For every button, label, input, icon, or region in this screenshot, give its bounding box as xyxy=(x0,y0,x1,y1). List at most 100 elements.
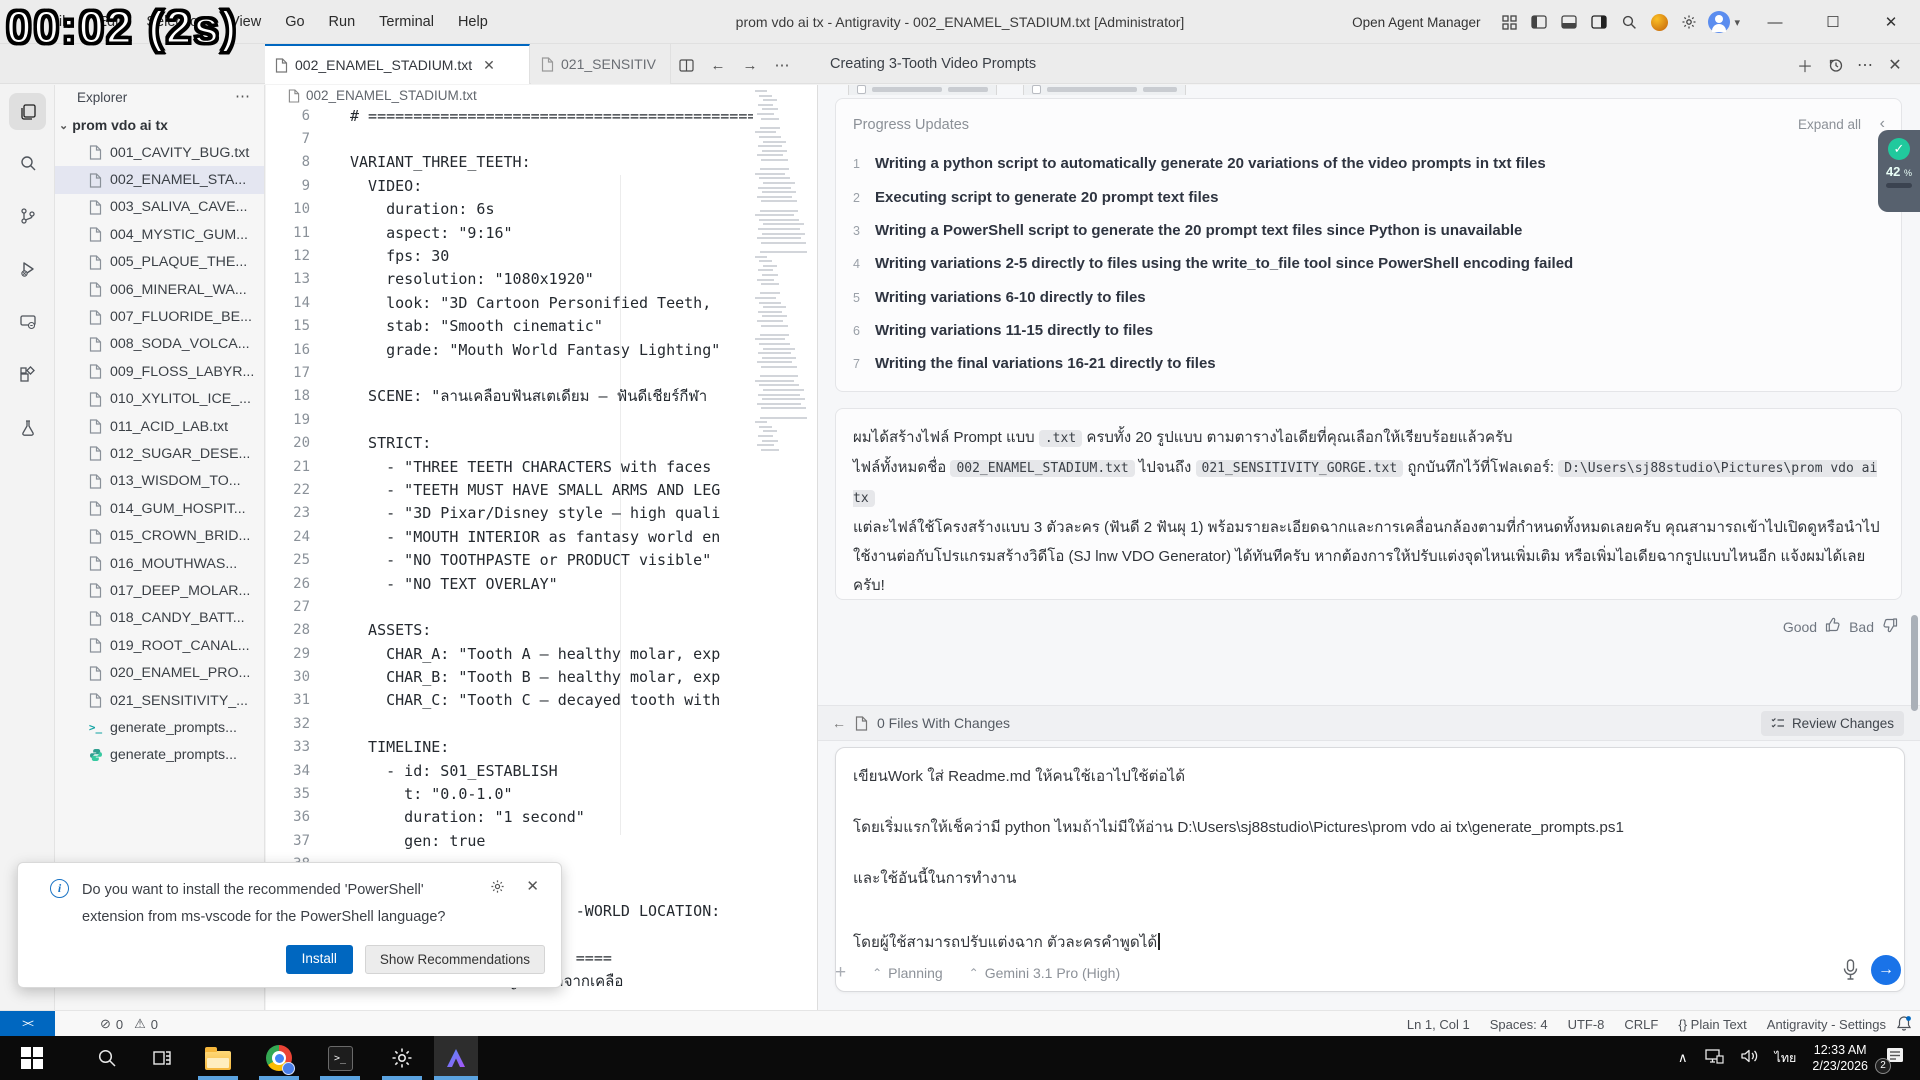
menu-terminal[interactable]: Terminal xyxy=(369,10,444,34)
history-icon[interactable] xyxy=(1822,52,1848,78)
file-item[interactable]: >_generate_prompts... xyxy=(55,714,265,741)
test-flask-icon[interactable] xyxy=(9,409,46,446)
file-item[interactable]: 002_ENAMEL_STA... xyxy=(55,166,265,193)
bad-label[interactable]: Bad xyxy=(1849,619,1874,635)
thumb-up-icon[interactable] xyxy=(1825,617,1841,636)
status-item[interactable]: UTF-8 xyxy=(1568,1017,1605,1032)
keyboard-language[interactable]: ไทย xyxy=(1775,1048,1797,1068)
chevron-down-icon[interactable]: ▾ xyxy=(1734,16,1740,29)
show-recommendations-button[interactable]: Show Recommendations xyxy=(365,945,545,974)
progress-item[interactable]: 7Writing the final variations 16-21 dire… xyxy=(836,347,1901,380)
remote-explorer-icon[interactable] xyxy=(9,303,46,340)
extensions-icon[interactable] xyxy=(9,356,46,393)
notification-bell-icon[interactable] xyxy=(1896,1015,1912,1035)
file-item[interactable]: 014_GUM_HOSPIT... xyxy=(55,495,265,522)
explorer-icon[interactable] xyxy=(9,93,46,130)
code-area[interactable]: 6# =====================================… xyxy=(266,104,753,993)
back-arrow-icon[interactable]: ← xyxy=(832,715,846,731)
volume-icon[interactable] xyxy=(1740,1048,1759,1069)
status-item[interactable]: CRLF xyxy=(1624,1017,1658,1032)
file-item[interactable]: 019_ROOT_CANAL... xyxy=(55,632,265,659)
file-item[interactable]: 021_SENSITIVITY_... xyxy=(55,687,265,714)
user-avatar[interactable] xyxy=(1705,8,1733,36)
close-button[interactable]: ✕ xyxy=(1862,0,1920,44)
file-item[interactable]: 004_MYSTIC_GUM... xyxy=(55,221,265,248)
task-view-icon[interactable] xyxy=(140,1036,184,1080)
file-item[interactable]: 005_PLAQUE_THE... xyxy=(55,249,265,276)
file-item[interactable]: 007_FLUORIDE_BE... xyxy=(55,303,265,330)
status-item[interactable]: Antigravity - Settings xyxy=(1767,1017,1886,1032)
antigravity-icon[interactable] xyxy=(434,1036,478,1080)
tree-root-folder[interactable]: ⌄ prom vdo ai tx xyxy=(59,117,168,133)
chrome-icon[interactable] xyxy=(257,1036,301,1080)
menu-run[interactable]: Run xyxy=(319,10,366,34)
menu-help[interactable]: Help xyxy=(448,10,498,34)
status-item[interactable]: Spaces: 4 xyxy=(1490,1017,1548,1032)
settings-gear-icon[interactable] xyxy=(1675,8,1703,36)
split-editor-icon[interactable] xyxy=(673,52,699,78)
panel-close-icon[interactable]: ✕ xyxy=(1882,52,1908,78)
progress-item[interactable]: 3Writing a PowerShell script to generate… xyxy=(836,214,1901,247)
progress-item[interactable]: 2Executing script to generate 20 prompt … xyxy=(836,180,1901,213)
account-status-icon[interactable] xyxy=(1645,8,1673,36)
expand-all-link[interactable]: Expand all xyxy=(1798,117,1861,132)
toggle-right-sidebar-icon[interactable] xyxy=(1585,8,1613,36)
status-item[interactable]: Ln 1, Col 1 xyxy=(1407,1017,1470,1032)
file-item[interactable]: 017_DEEP_MOLAR... xyxy=(55,577,265,604)
progress-item[interactable]: 6Writing variations 11-15 directly to fi… xyxy=(836,314,1901,347)
model-selector[interactable]: ⌃ Gemini 3.1 Pro (High) xyxy=(969,965,1120,981)
action-center-icon[interactable]: 2 xyxy=(1884,1046,1906,1071)
hidden-icons-chevron[interactable]: ∧ xyxy=(1678,1050,1688,1066)
send-button[interactable]: → xyxy=(1871,955,1901,985)
progress-item[interactable]: 4Writing variations 2-5 directly to file… xyxy=(836,247,1901,280)
agent-manager-grid-icon[interactable] xyxy=(1495,8,1523,36)
maximize-button[interactable]: ☐ xyxy=(1804,0,1862,44)
search-icon[interactable] xyxy=(9,144,46,181)
source-control-icon[interactable] xyxy=(9,197,46,234)
file-item[interactable]: 009_FLOSS_LABYR... xyxy=(55,358,265,385)
nav-back-icon[interactable]: ← xyxy=(705,52,731,78)
tab-close-icon[interactable]: ✕ xyxy=(483,57,495,74)
progress-item[interactable]: 1Writing a python script to automaticall… xyxy=(836,147,1901,180)
network-icon[interactable] xyxy=(1704,1047,1724,1070)
tab-021-sensitivity[interactable]: 021_SENSITIV xyxy=(531,44,671,84)
settings-gear-icon[interactable] xyxy=(380,1036,424,1080)
good-label[interactable]: Good xyxy=(1783,619,1817,635)
tab-002-enamel-stadium[interactable]: 002_ENAMEL_STADIUM.txt ✕ xyxy=(265,44,530,84)
toggle-left-sidebar-icon[interactable] xyxy=(1525,8,1553,36)
remote-indicator[interactable]: >< xyxy=(0,1011,55,1037)
file-item[interactable]: 008_SODA_VOLCA... xyxy=(55,331,265,358)
file-item[interactable]: 012_SUGAR_DESE... xyxy=(55,440,265,467)
file-item[interactable]: 015_CROWN_BRID... xyxy=(55,522,265,549)
toggle-bottom-panel-icon[interactable] xyxy=(1555,8,1583,36)
clock[interactable]: 12:33 AM 2/23/2026 xyxy=(1812,1042,1868,1074)
progress-item[interactable]: 5Writing variations 6-10 directly to fil… xyxy=(836,281,1901,314)
agent-thread-title[interactable]: Creating 3-Tooth Video Prompts xyxy=(830,44,1036,84)
microphone-icon[interactable] xyxy=(1842,959,1859,984)
minimap[interactable] xyxy=(753,90,811,490)
file-item[interactable]: 006_MINERAL_WA... xyxy=(55,276,265,303)
explorer-more-icon[interactable]: ⋯ xyxy=(235,87,250,105)
toast-gear-icon[interactable] xyxy=(490,879,505,899)
file-item[interactable]: 018_CANDY_BATT... xyxy=(55,605,265,632)
install-button[interactable]: Install xyxy=(286,945,353,974)
status-item[interactable]: {} Plain Text xyxy=(1678,1017,1746,1032)
breadcrumb[interactable]: 002_ENAMEL_STADIUM.txt xyxy=(288,88,477,103)
file-item[interactable]: generate_prompts... xyxy=(55,742,265,769)
file-item[interactable]: 016_MOUTHWAS... xyxy=(55,550,265,577)
quota-widget[interactable]: ✓ 42 % xyxy=(1878,130,1920,212)
taskbar-search-icon[interactable] xyxy=(85,1036,129,1080)
terminal-icon[interactable]: >_ xyxy=(318,1036,362,1080)
start-button-icon[interactable] xyxy=(10,1036,54,1080)
file-item[interactable]: 020_ENAMEL_PRO... xyxy=(55,659,265,686)
file-item[interactable]: 013_WISDOM_TO... xyxy=(55,468,265,495)
thumb-down-icon[interactable] xyxy=(1882,617,1898,636)
panel-scrollbar[interactable] xyxy=(1911,615,1918,711)
editor-more-actions-icon[interactable]: ⋯ xyxy=(769,52,795,78)
menu-go[interactable]: Go xyxy=(275,10,314,34)
file-explorer-icon[interactable] xyxy=(196,1036,240,1080)
toast-close-icon[interactable]: ✕ xyxy=(526,877,539,895)
review-changes-button[interactable]: Review Changes xyxy=(1761,711,1904,736)
attach-plus-button[interactable]: + xyxy=(835,962,846,984)
run-debug-icon[interactable] xyxy=(9,250,46,287)
